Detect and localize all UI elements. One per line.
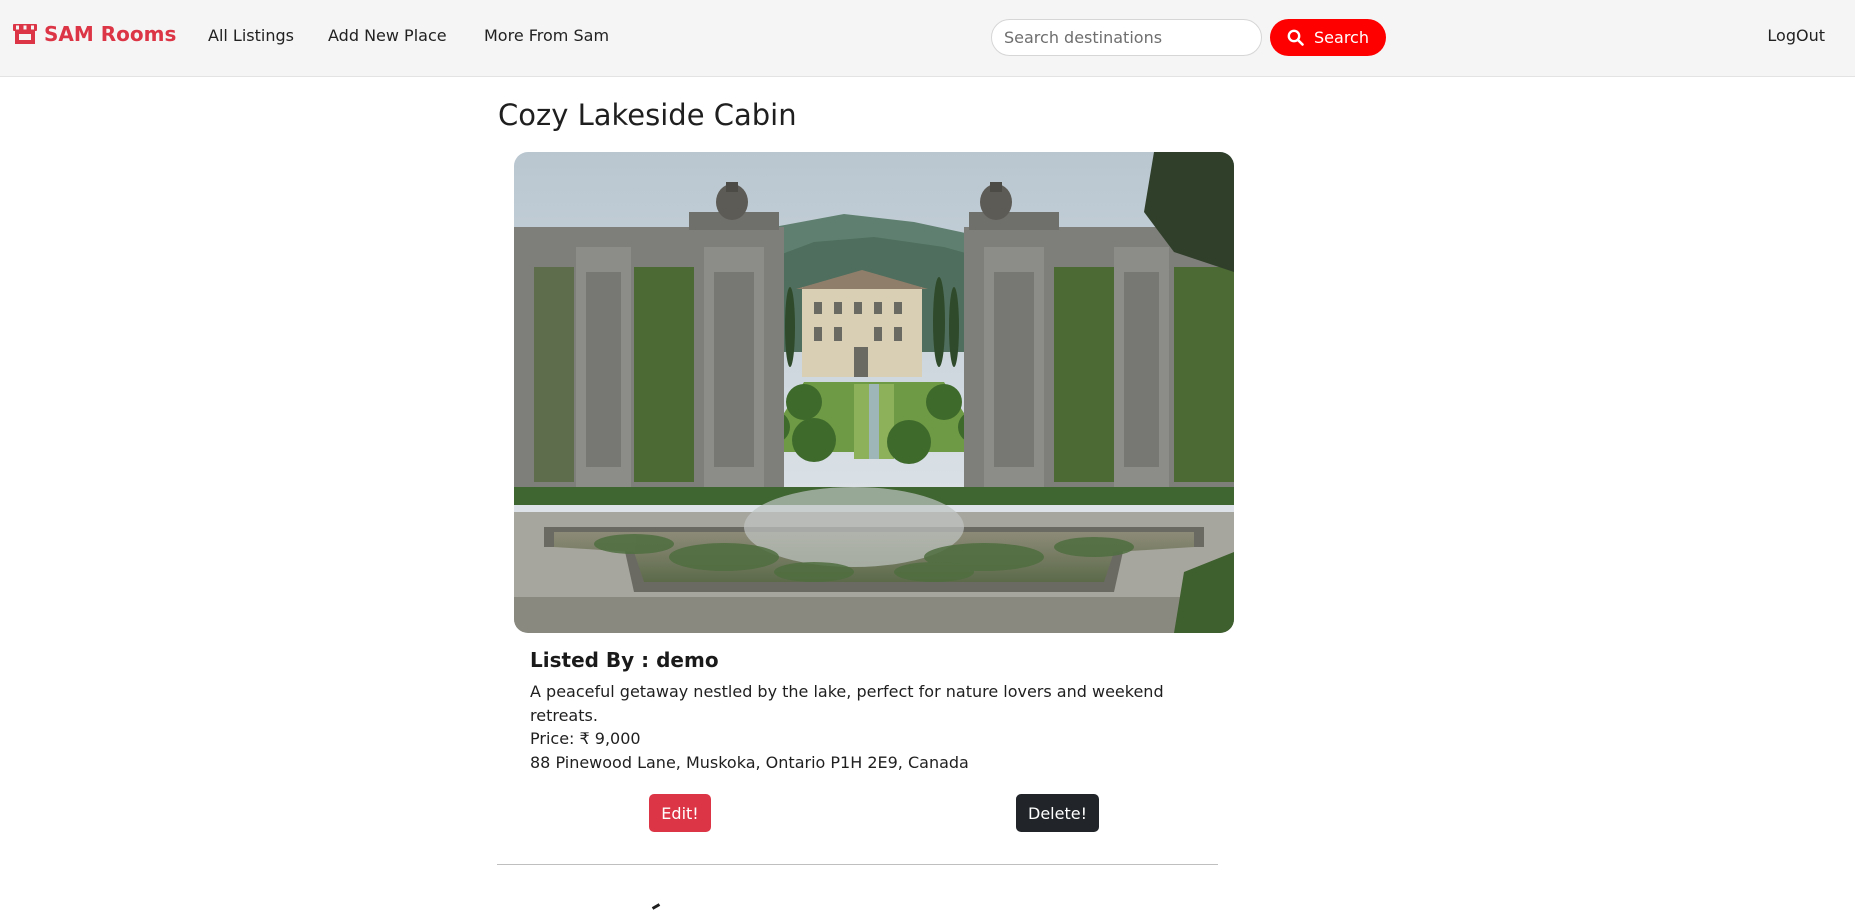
divider (497, 864, 1218, 865)
edit-button[interactable]: Edit! (649, 794, 711, 832)
listing-description: A peaceful getaway nestled by the lake, … (530, 682, 1164, 725)
delete-button[interactable]: Delete! (1016, 794, 1099, 832)
listing-image (514, 152, 1234, 633)
search-icon (1287, 29, 1304, 46)
brand-name: SAM Rooms (44, 22, 177, 46)
logout-link[interactable]: LogOut (1767, 26, 1825, 45)
listing-address: 88 Pinewood Lane, Muskoka, Ontario P1H 2… (530, 753, 969, 772)
navbar: SAM Rooms All Listings Add New Place Mor… (0, 0, 1855, 77)
search-button[interactable]: Search (1270, 19, 1386, 56)
nav-add-new-place[interactable]: Add New Place (328, 26, 447, 45)
brand-link[interactable]: SAM Rooms (12, 22, 176, 46)
listed-by: Listed By : demo (530, 648, 719, 672)
shop-icon (13, 24, 37, 44)
partial-heading-mark (651, 903, 661, 910)
nav-more-from-sam[interactable]: More From Sam (484, 26, 609, 45)
listing-title: Cozy Lakeside Cabin (498, 98, 797, 132)
nav-all-listings[interactable]: All Listings (208, 26, 294, 45)
search-button-label: Search (1314, 28, 1369, 47)
listing-price: Price: ₹ 9,000 (530, 729, 641, 748)
search-input[interactable] (991, 19, 1262, 56)
